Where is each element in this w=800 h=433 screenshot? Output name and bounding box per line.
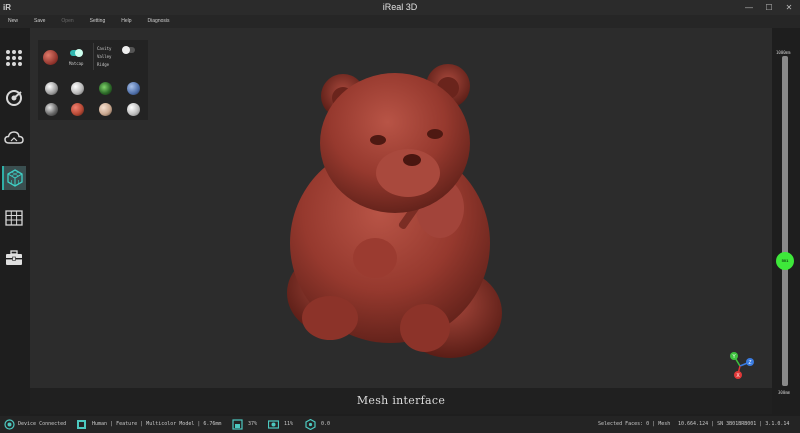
close-button[interactable]: ✕ (784, 3, 794, 13)
cloud-button[interactable] (2, 126, 26, 150)
material-swatch-8[interactable] (127, 103, 140, 116)
material-swatch-5[interactable] (45, 103, 58, 116)
material-panel: Matcap Cavity Valley Ridge (38, 40, 148, 120)
menu-save[interactable]: Save (34, 15, 45, 28)
material-swatch-7[interactable] (99, 103, 112, 116)
frame-rate: 11% (284, 421, 294, 427)
ridge-label: Ridge (97, 62, 110, 67)
title-bar: iR iReal 3D — ☐ ✕ (0, 0, 800, 15)
mesh-info: 10.664.124 | SN 3B01BRB001 | 3.1.0.14 (678, 421, 790, 427)
status-bar: Device Connected Human | Feature | Multi… (0, 416, 800, 433)
material-swatch-6[interactable] (71, 103, 84, 116)
slider-min-label: 300mm (778, 390, 791, 395)
menu-bar: New Save Open Setting Help Diagnosis (0, 15, 800, 28)
slider-max-label: 1000mm (776, 50, 791, 55)
device-connected-icon (4, 419, 15, 430)
cavity-toggle[interactable] (122, 46, 135, 54)
selected-faces: Selected Faces: 0 | Mesh (598, 421, 671, 427)
viewport-footer: Mesh interface (30, 388, 772, 414)
panel-divider (93, 43, 94, 70)
depth-slider-track[interactable] (782, 56, 788, 386)
mesh-button[interactable] (2, 166, 26, 190)
material-swatch-1[interactable] (45, 82, 58, 95)
scan-mode-info: Human | Feature | Multicolor Model | 6.7… (92, 421, 222, 427)
material-swatch-4[interactable] (127, 82, 140, 95)
menu-open[interactable]: Open (61, 15, 73, 28)
scan-button[interactable] (2, 86, 26, 110)
axis-gizmo: Y Z X (730, 352, 754, 379)
selected-material-swatch[interactable] (43, 50, 58, 65)
toolbox-icon (6, 250, 22, 265)
table-grid-icon (5, 210, 23, 226)
mesh-cube-icon (7, 169, 23, 187)
mesh-interface-label: Mesh interface (356, 394, 446, 407)
material-swatch-2[interactable] (71, 82, 84, 95)
grid-dots-icon (6, 50, 22, 66)
window-title: iReal 3D (382, 2, 418, 12)
table-button[interactable] (2, 206, 26, 230)
cavity-label: Cavity (97, 46, 112, 51)
scan-mode-icon (77, 420, 86, 429)
grid-dots-button[interactable] (2, 46, 26, 70)
menu-setting[interactable]: Setting (90, 15, 106, 28)
material-swatch-3[interactable] (99, 82, 112, 95)
depth-slider-knob[interactable]: 501 (776, 252, 794, 270)
toolbox-button[interactable] (2, 246, 26, 270)
axis-z-label: Z (748, 360, 751, 366)
cloud-icon (4, 131, 24, 144)
scan-target-icon (6, 90, 22, 106)
memory-icon (232, 419, 243, 430)
matcap-toggle[interactable] (70, 49, 83, 57)
maximize-button[interactable]: ☐ (764, 3, 774, 13)
memory-percent: 37% (248, 421, 258, 427)
matcap-label: Matcap (69, 61, 84, 66)
settings-hex-icon (305, 419, 316, 430)
menu-new[interactable]: New (8, 15, 18, 28)
left-toolbar (0, 42, 28, 414)
menu-help[interactable]: Help (121, 15, 131, 28)
status-value: 0.0 (321, 421, 331, 427)
camera-icon (268, 420, 279, 429)
device-status: Device Connected (18, 421, 67, 427)
minimize-button[interactable]: — (744, 3, 754, 13)
menu-diagnosis[interactable]: Diagnosis (148, 15, 170, 28)
valley-label: Valley (97, 54, 112, 59)
